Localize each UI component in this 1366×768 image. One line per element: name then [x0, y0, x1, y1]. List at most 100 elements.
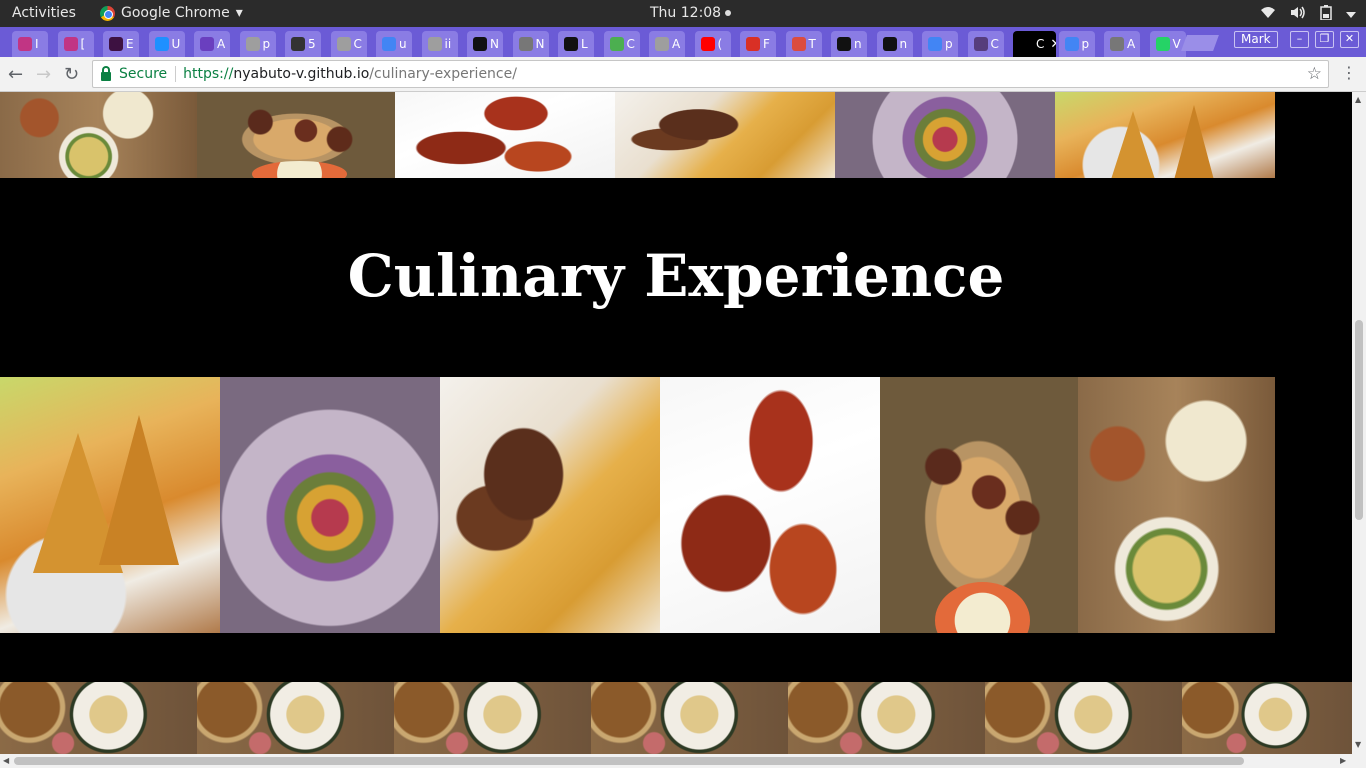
tab[interactable]: u	[376, 31, 412, 57]
tab[interactable]: U	[148, 31, 185, 57]
tab-label: C	[990, 37, 999, 51]
tab-label: n	[899, 37, 908, 51]
tab[interactable]: n	[831, 31, 867, 57]
bookmark-star-icon[interactable]: ☆	[1307, 64, 1322, 84]
cross-icon	[154, 37, 169, 51]
tab[interactable]: (	[694, 31, 731, 57]
tab[interactable]: N	[512, 31, 549, 57]
github-icon	[473, 37, 487, 51]
whatsapp-icon	[1155, 37, 1170, 51]
food-image-samosa	[1055, 92, 1275, 178]
food-image-pizza	[0, 92, 197, 178]
tab-label: 5	[308, 37, 316, 51]
tab[interactable]: A	[1104, 31, 1140, 57]
square-icon	[564, 37, 578, 51]
tab[interactable]: p	[922, 31, 958, 57]
bootstrap-icon	[973, 37, 988, 51]
tab[interactable]: V	[1149, 31, 1186, 57]
tab-label: p	[945, 37, 953, 51]
clock[interactable]: Thu 12:08	[650, 5, 732, 21]
wifi-icon	[1260, 6, 1276, 23]
food-image-ethiopian	[835, 92, 1055, 178]
scroll-up-arrow-icon[interactable]: ▲	[1355, 95, 1361, 104]
page-icon	[245, 37, 260, 51]
tab[interactable]: 5	[285, 31, 321, 57]
chrome-menu-icon[interactable]: ⋮	[1341, 63, 1357, 82]
new-tab-button[interactable]	[1181, 35, 1219, 51]
address-bar[interactable]: Secure https://nyabuto-v.github.io/culin…	[92, 60, 1329, 88]
tab[interactable]: A	[649, 31, 685, 57]
tab[interactable]: T	[785, 31, 822, 57]
tab[interactable]: p	[1058, 31, 1095, 57]
back-button[interactable]: ←	[8, 64, 23, 85]
tab[interactable]: F	[740, 31, 776, 57]
tab-label: u	[399, 37, 407, 51]
page-icon	[1019, 37, 1033, 51]
vertical-scrollbar[interactable]: ▲ ▼	[1352, 92, 1366, 754]
tab-label: A	[217, 37, 226, 51]
scroll-right-arrow-icon[interactable]: ▶	[1340, 756, 1346, 765]
tab[interactable]: I	[12, 31, 48, 57]
tab[interactable]: A	[194, 31, 230, 57]
chrome-icon	[100, 5, 115, 21]
close-window-button[interactable]: ✕	[1340, 31, 1359, 48]
list-icon	[200, 37, 214, 51]
tab-active[interactable]: C ✕	[1013, 31, 1056, 57]
slack-icon	[109, 37, 123, 51]
minimize-button[interactable]: –	[1290, 31, 1309, 48]
tab[interactable]: ii	[421, 31, 458, 57]
page-viewport: Culinary Experience	[0, 92, 1352, 754]
food-image-fries	[615, 92, 835, 178]
url-path: /culinary-experience/	[369, 66, 517, 82]
tab[interactable]: C	[967, 31, 1004, 57]
camera-icon	[291, 37, 305, 51]
pin-icon	[518, 37, 533, 51]
maximize-button[interactable]: ❐	[1315, 31, 1334, 48]
app-menu[interactable]: Google Chrome ▾	[100, 5, 243, 21]
profile-button[interactable]: Mark	[1234, 31, 1278, 48]
tab[interactable]: [	[57, 31, 94, 57]
system-top-bar: Activities Google Chrome ▾ Thu 12:08	[0, 0, 1366, 27]
food-image-pasta	[197, 92, 395, 178]
vertical-scroll-thumb[interactable]	[1355, 320, 1363, 520]
tab[interactable]: C	[330, 31, 367, 57]
tab[interactable]: p	[239, 31, 276, 57]
horizontal-scroll-thumb[interactable]	[14, 757, 1244, 765]
tab-label: T	[808, 37, 816, 51]
food-image-samosa	[0, 377, 220, 633]
system-tray[interactable]	[1260, 5, 1356, 24]
food-image-plate	[0, 682, 197, 754]
page-icon	[655, 37, 669, 51]
scroll-down-arrow-icon[interactable]: ▼	[1355, 740, 1361, 749]
food-image-plate	[985, 682, 1182, 754]
food-image-plate	[1182, 682, 1352, 754]
tab-label: ii	[444, 37, 452, 51]
url-scheme: https://	[183, 66, 234, 82]
food-image-pizza	[1078, 377, 1275, 633]
tab[interactable]: n	[876, 31, 913, 57]
tab[interactable]: E	[103, 31, 139, 57]
tab-label: n	[854, 37, 862, 51]
page-title: Culinary Experience	[347, 242, 1005, 310]
food-image-plate	[197, 682, 394, 754]
notification-dot-icon	[725, 10, 732, 16]
tab-label: N	[535, 37, 545, 51]
horizontal-scrollbar[interactable]: ◀ ▶	[0, 754, 1366, 768]
github-icon	[882, 37, 897, 51]
food-image-plate	[788, 682, 985, 754]
gmail-icon	[746, 37, 760, 51]
tab[interactable]: N	[467, 31, 503, 57]
activities-button[interactable]: Activities	[12, 5, 76, 21]
food-image-chicken	[660, 377, 880, 633]
tab[interactable]: L	[558, 31, 594, 57]
tab-label: C	[1036, 37, 1045, 51]
tab-label: p	[262, 37, 271, 51]
forward-button[interactable]: →	[36, 64, 51, 85]
tab-label: p	[1081, 37, 1090, 51]
tab[interactable]: C	[603, 31, 640, 57]
scroll-left-arrow-icon[interactable]: ◀	[3, 756, 9, 765]
close-tab-icon[interactable]: ✕	[1050, 37, 1056, 52]
reload-button[interactable]: ↻	[64, 64, 79, 85]
power-menu-icon	[1346, 7, 1356, 22]
youtube-icon	[700, 37, 715, 51]
